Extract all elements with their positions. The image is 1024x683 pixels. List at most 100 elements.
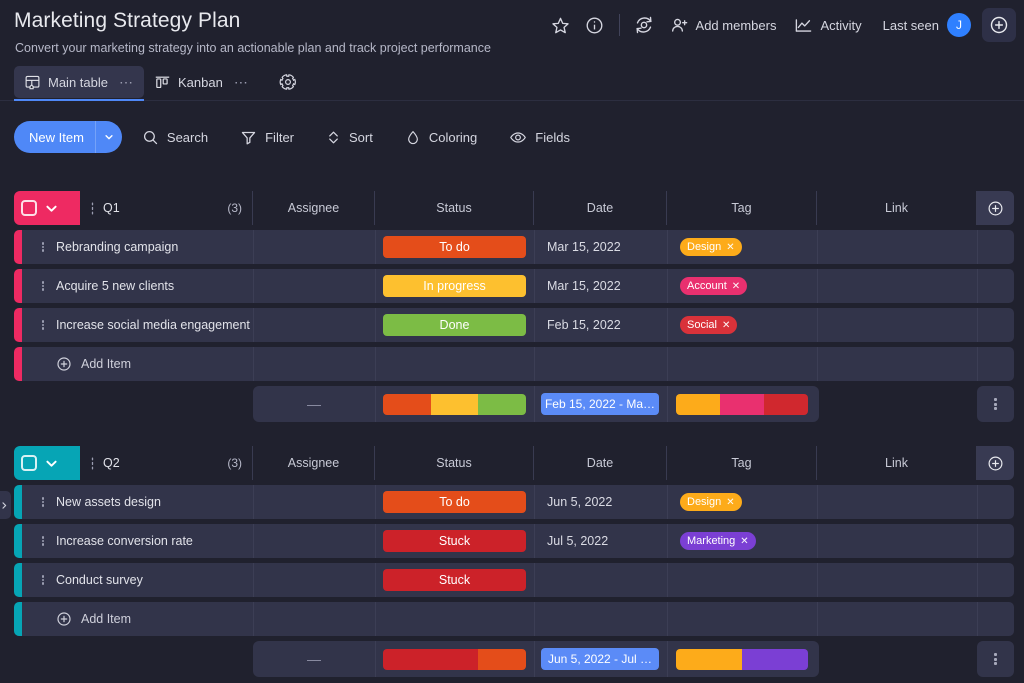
cell-status[interactable]: Stuck: [375, 563, 534, 597]
status-badge[interactable]: Stuck: [383, 530, 526, 552]
cell-status[interactable]: In progress: [375, 269, 534, 303]
group-name-cell[interactable]: Q2(3): [80, 446, 253, 480]
tag-chip[interactable]: Design✕: [680, 493, 742, 511]
status-badge[interactable]: To do: [383, 491, 526, 513]
row-menu-icon[interactable]: [36, 524, 50, 558]
drag-handle-icon[interactable]: [88, 202, 97, 215]
tab-main-table-menu[interactable]: ⋯: [119, 74, 134, 91]
cell-link[interactable]: [817, 230, 977, 264]
status-badge[interactable]: To do: [383, 236, 526, 258]
summary-tag-bar[interactable]: [676, 394, 808, 415]
new-item-button[interactable]: New Item: [14, 121, 122, 153]
filter-button[interactable]: Filter: [228, 121, 306, 153]
cell-date[interactable]: [534, 563, 667, 597]
cell-assignee[interactable]: [253, 269, 375, 303]
column-header-tag[interactable]: Tag: [667, 191, 817, 225]
column-header-status[interactable]: Status: [375, 446, 534, 480]
cell-link[interactable]: [817, 563, 977, 597]
column-header-link[interactable]: Link: [817, 446, 977, 480]
column-header-tag[interactable]: Tag: [667, 446, 817, 480]
close-icon[interactable]: ✕: [722, 320, 730, 331]
tag-chip[interactable]: Social✕: [680, 316, 737, 334]
summary-tag-bar[interactable]: [676, 649, 808, 670]
cell-tag[interactable]: Design✕: [667, 230, 817, 264]
column-header-assignee[interactable]: Assignee: [253, 191, 375, 225]
column-header-link[interactable]: Link: [817, 191, 977, 225]
cell-date[interactable]: Jul 5, 2022: [534, 524, 667, 558]
tag-chip[interactable]: Account✕: [680, 277, 747, 295]
add-item-button[interactable]: Add Item: [56, 602, 131, 636]
close-icon[interactable]: ✕: [732, 281, 740, 292]
summary-status-bar[interactable]: [383, 394, 526, 415]
cell-status[interactable]: To do: [375, 230, 534, 264]
search-button[interactable]: Search: [130, 121, 220, 153]
column-header-assignee[interactable]: Assignee: [253, 446, 375, 480]
table-row[interactable]: Increase social media engagementDoneFeb …: [0, 308, 1024, 342]
add-widget-button[interactable]: [982, 8, 1016, 42]
cell-status[interactable]: To do: [375, 485, 534, 519]
group-select-checkbox[interactable]: [21, 200, 37, 216]
summary-status-bar[interactable]: [383, 649, 526, 670]
close-icon[interactable]: ✕: [740, 536, 748, 547]
column-header-date[interactable]: Date: [534, 191, 667, 225]
row-menu-icon[interactable]: [36, 269, 50, 303]
gear-icon[interactable]: [273, 67, 303, 97]
tab-kanban-menu[interactable]: ⋯: [234, 74, 249, 91]
add-item-row[interactable]: Add Item: [0, 347, 1024, 381]
coloring-button[interactable]: Coloring: [393, 121, 489, 153]
row-menu-icon[interactable]: [36, 230, 50, 264]
activity-button[interactable]: Activity: [785, 9, 870, 41]
summary-menu-icon[interactable]: [977, 386, 1014, 422]
close-icon[interactable]: ✕: [726, 242, 734, 253]
tag-chip[interactable]: Design✕: [680, 238, 742, 256]
cell-assignee[interactable]: [253, 563, 375, 597]
table-row[interactable]: Rebranding campaignTo doMar 15, 2022Desi…: [0, 230, 1024, 264]
tab-main-table[interactable]: Main table ⋯: [14, 66, 144, 98]
add-column-button[interactable]: [977, 191, 1014, 225]
cell-date[interactable]: Jun 5, 2022: [534, 485, 667, 519]
summary-date-range[interactable]: Feb 15, 2022 - Ma…: [541, 393, 659, 415]
cell-tag[interactable]: Account✕: [667, 269, 817, 303]
cell-tag[interactable]: [667, 563, 817, 597]
collapse-sidebar-handle[interactable]: [0, 491, 11, 519]
cell-date[interactable]: Mar 15, 2022: [534, 269, 667, 303]
chevron-down-icon[interactable]: [96, 132, 122, 142]
table-row[interactable]: New assets designTo doJun 5, 2022Design✕: [0, 485, 1024, 519]
group-name-cell[interactable]: Q1(3): [80, 191, 253, 225]
cell-status[interactable]: Done: [375, 308, 534, 342]
cell-assignee[interactable]: [253, 485, 375, 519]
cell-assignee[interactable]: [253, 230, 375, 264]
column-header-date[interactable]: Date: [534, 446, 667, 480]
cell-link[interactable]: [817, 524, 977, 558]
status-badge[interactable]: Stuck: [383, 569, 526, 591]
cell-assignee[interactable]: [253, 524, 375, 558]
info-icon[interactable]: [578, 9, 612, 41]
table-row[interactable]: Acquire 5 new clientsIn progressMar 15, …: [0, 269, 1024, 303]
tab-kanban[interactable]: Kanban ⋯: [144, 66, 259, 98]
close-icon[interactable]: ✕: [726, 497, 734, 508]
sync-icon[interactable]: [627, 9, 661, 41]
cell-tag[interactable]: Design✕: [667, 485, 817, 519]
row-menu-icon[interactable]: [36, 485, 50, 519]
chevron-down-icon[interactable]: [39, 202, 63, 215]
summary-menu-icon[interactable]: [977, 641, 1014, 677]
cell-assignee[interactable]: [253, 308, 375, 342]
cell-link[interactable]: [817, 485, 977, 519]
add-column-button[interactable]: [977, 446, 1014, 480]
add-item-button[interactable]: Add Item: [56, 347, 131, 381]
table-row[interactable]: Increase conversion rateStuckJul 5, 2022…: [0, 524, 1024, 558]
cell-link[interactable]: [817, 308, 977, 342]
row-menu-icon[interactable]: [36, 563, 50, 597]
table-row[interactable]: Conduct surveyStuck: [0, 563, 1024, 597]
column-header-status[interactable]: Status: [375, 191, 534, 225]
cell-tag[interactable]: Marketing✕: [667, 524, 817, 558]
chevron-down-icon[interactable]: [39, 457, 63, 470]
row-menu-icon[interactable]: [36, 308, 50, 342]
status-badge[interactable]: Done: [383, 314, 526, 336]
cell-date[interactable]: Mar 15, 2022: [534, 230, 667, 264]
tag-chip[interactable]: Marketing✕: [680, 532, 756, 550]
status-badge[interactable]: In progress: [383, 275, 526, 297]
star-icon[interactable]: [544, 9, 578, 41]
drag-handle-icon[interactable]: [88, 457, 97, 470]
group-select-checkbox[interactable]: [21, 455, 37, 471]
